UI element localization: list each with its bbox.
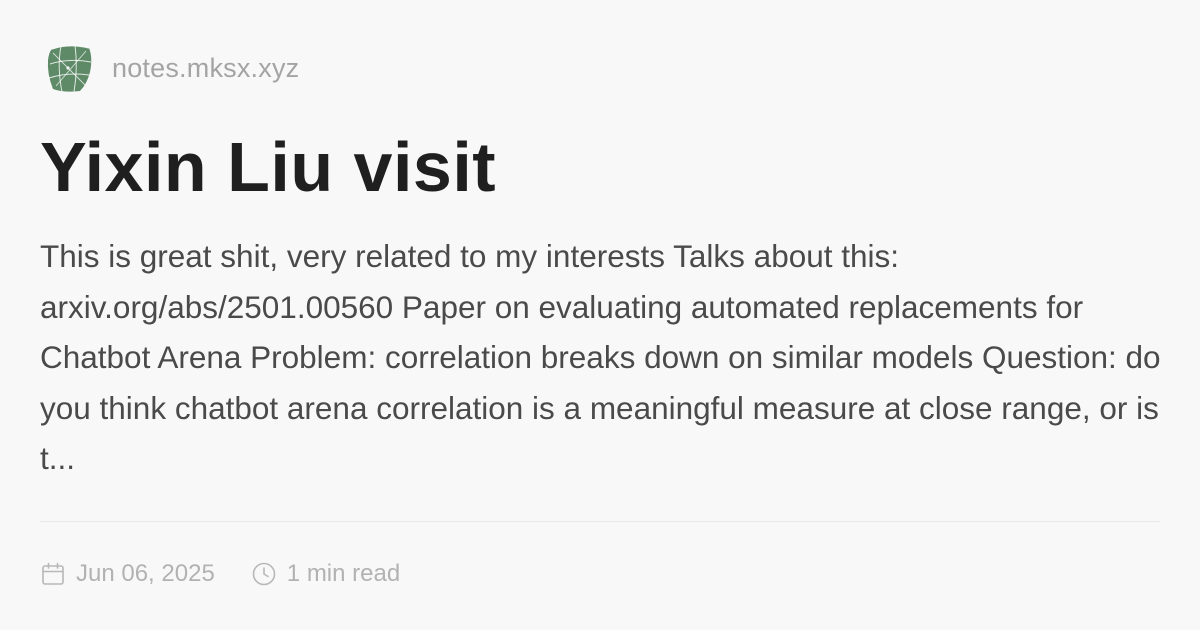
calendar-icon (42, 562, 64, 585)
site-name[interactable]: notes.mksx.xyz (112, 53, 299, 84)
post-meta: Jun 06, 2025 1 min read (40, 556, 400, 592)
clock-icon (252, 562, 276, 586)
post-read-time-text: 1 min read (286, 560, 401, 587)
post-date: Jun 06, 2025 (40, 560, 215, 588)
post-date-text: Jun 06, 2025 (76, 560, 215, 587)
sphere-grid-logo-icon (47, 44, 92, 93)
divider (40, 521, 1160, 522)
post-preview-card: notes.mksx.xyz Yixin Liu visit This is g… (0, 0, 1200, 630)
post-read-time: 1 min read (251, 560, 400, 588)
post-excerpt: This is great shit, very related to my i… (40, 238, 1161, 476)
site-header[interactable]: notes.mksx.xyz (44, 40, 299, 96)
post-title: Yixin Liu visit (40, 128, 497, 206)
